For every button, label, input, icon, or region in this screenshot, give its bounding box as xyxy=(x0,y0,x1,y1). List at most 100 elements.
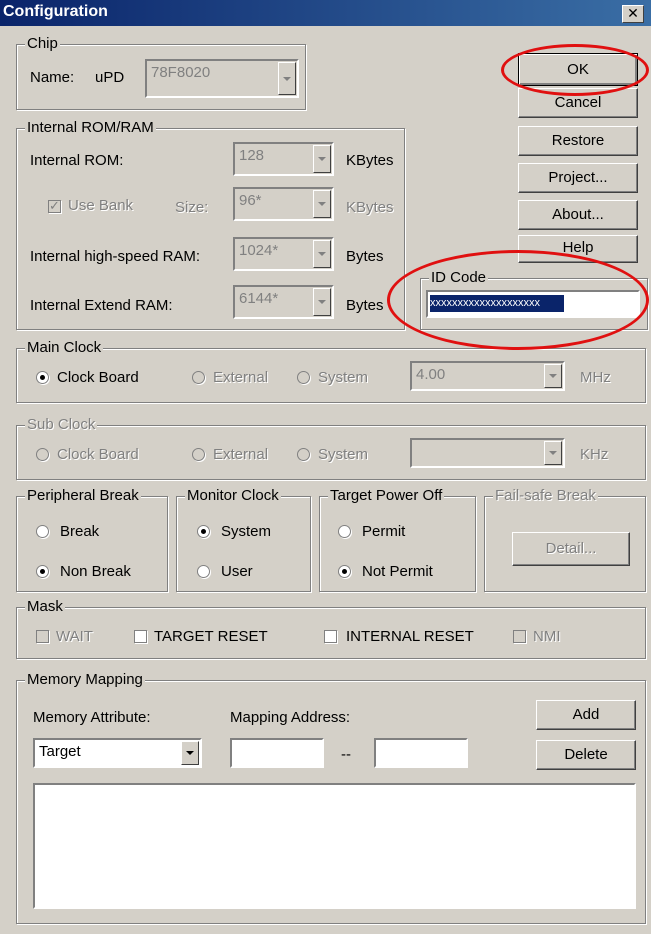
restore-button[interactable]: Restore xyxy=(518,126,638,156)
mask-wait-checkbox[interactable] xyxy=(36,630,49,643)
mapping-address-start-input[interactable] xyxy=(230,738,324,768)
sub-clock-unit: KHz xyxy=(580,446,609,463)
chip-name-combo[interactable]: 78F8020 xyxy=(145,59,299,98)
project-button[interactable]: Project... xyxy=(518,163,638,193)
bank-size-combo[interactable]: 96* xyxy=(233,187,334,221)
main-clock-system-radio[interactable] xyxy=(297,371,310,384)
memory-attribute-label: Memory Attribute: xyxy=(33,709,151,726)
main-clock-board-radio[interactable] xyxy=(36,371,49,384)
bank-size-unit: KBytes xyxy=(346,199,394,216)
ext-ram-combo[interactable]: 6144* xyxy=(233,285,334,319)
memory-attribute-value: Target xyxy=(39,743,81,760)
close-icon[interactable]: ✕ xyxy=(622,5,644,23)
id-code-value: xxxxxxxxxxxxxxxxxxxx xyxy=(430,295,564,312)
help-button[interactable]: Help xyxy=(518,235,638,263)
not-permit-label: Not Permit xyxy=(362,563,433,580)
add-button[interactable]: Add xyxy=(536,700,636,730)
mapping-address-end-input[interactable] xyxy=(374,738,468,768)
chevron-down-icon[interactable] xyxy=(313,288,331,316)
chevron-down-icon[interactable] xyxy=(278,62,296,95)
break-label: Break xyxy=(60,523,100,540)
mask-internal-reset-checkbox[interactable] xyxy=(324,630,337,643)
mask-target-reset-label: TARGET RESET xyxy=(154,628,268,645)
chevron-down-icon[interactable] xyxy=(313,145,331,173)
bank-size-label: Size: xyxy=(175,199,209,216)
internal-rom-label: Internal ROM: xyxy=(30,152,124,169)
monitor-clock-legend: Monitor Clock xyxy=(185,487,281,505)
sub-clock-system-label: System xyxy=(318,446,369,463)
main-clock-legend: Main Clock xyxy=(25,339,104,357)
target-power-off-legend: Target Power Off xyxy=(328,487,445,505)
about-button[interactable]: About... xyxy=(518,200,638,230)
hs-ram-unit: Bytes xyxy=(346,248,384,265)
non-break-label: Non Break xyxy=(60,563,131,580)
use-bank-label: Use Bank xyxy=(68,197,134,214)
main-clock-external-label: External xyxy=(213,369,269,386)
sub-clock-board-radio[interactable] xyxy=(36,448,49,461)
memory-mapping-legend: Memory Mapping xyxy=(25,671,145,689)
memory-mapping-list[interactable] xyxy=(33,783,636,909)
monitor-user-radio[interactable] xyxy=(197,565,210,578)
main-clock-board-label: Clock Board xyxy=(57,369,139,386)
chevron-down-icon[interactable] xyxy=(313,240,331,268)
delete-button[interactable]: Delete xyxy=(536,740,636,770)
ok-button[interactable]: OK xyxy=(518,53,638,86)
main-clock-external-radio[interactable] xyxy=(192,371,205,384)
sub-clock-board-label: Clock Board xyxy=(57,446,139,463)
sub-clock-system-radio[interactable] xyxy=(297,448,310,461)
window-title: Configuration xyxy=(3,3,108,20)
chevron-down-icon[interactable] xyxy=(313,190,331,218)
use-bank-checkbox[interactable] xyxy=(48,198,61,214)
break-radio[interactable] xyxy=(36,525,49,538)
id-code-legend: ID Code xyxy=(429,269,489,287)
id-code-input[interactable]: xxxxxxxxxxxxxxxxxxxx xyxy=(426,290,640,318)
mask-internal-reset-label: INTERNAL RESET xyxy=(346,628,474,645)
mask-nmi-label: NMI xyxy=(533,628,561,645)
mapping-address-label: Mapping Address: xyxy=(230,709,351,726)
internal-rom-unit: KBytes xyxy=(346,152,394,169)
memory-attribute-combo[interactable]: Target xyxy=(33,738,202,768)
detail-button[interactable]: Detail... xyxy=(512,532,630,566)
sub-clock-legend: Sub Clock xyxy=(25,416,98,434)
monitor-user-label: User xyxy=(221,563,253,580)
ext-ram-value: 6144* xyxy=(239,290,279,307)
mask-target-reset-checkbox[interactable] xyxy=(134,630,147,643)
main-clock-freq-value: 4.00 xyxy=(416,366,446,383)
ext-ram-unit: Bytes xyxy=(346,297,384,314)
address-separator: -- xyxy=(341,746,351,763)
main-clock-freq-combo[interactable]: 4.00 xyxy=(410,361,565,391)
bank-size-value: 96* xyxy=(239,192,262,209)
main-clock-system-label: System xyxy=(318,369,369,386)
not-permit-radio[interactable] xyxy=(338,565,351,578)
chevron-down-icon[interactable] xyxy=(544,364,562,388)
peripheral-break-legend: Peripheral Break xyxy=(25,487,141,505)
fail-safe-legend: Fail-safe Break xyxy=(493,487,598,505)
chip-name-label: Name: xyxy=(30,69,75,86)
cancel-button[interactable]: Cancel xyxy=(518,88,638,118)
configuration-dialog: Configuration ✕ Chip Name: uPD 78F8020 I… xyxy=(0,0,651,934)
permit-radio[interactable] xyxy=(338,525,351,538)
permit-label: Permit xyxy=(362,523,406,540)
monitor-system-label: System xyxy=(221,523,272,540)
sub-clock-external-label: External xyxy=(213,446,269,463)
hs-ram-combo[interactable]: 1024* xyxy=(233,237,334,271)
mask-legend: Mask xyxy=(25,598,65,616)
sub-clock-external-radio[interactable] xyxy=(192,448,205,461)
chevron-down-icon[interactable] xyxy=(544,441,562,465)
sub-clock-freq-combo[interactable] xyxy=(410,438,565,468)
mask-nmi-checkbox[interactable] xyxy=(513,630,526,643)
ext-ram-label: Internal Extend RAM: xyxy=(30,297,173,314)
chevron-down-icon[interactable] xyxy=(181,741,199,765)
chip-legend: Chip xyxy=(25,35,60,53)
title-bar[interactable]: Configuration ✕ xyxy=(0,0,651,26)
hs-ram-label: Internal high-speed RAM: xyxy=(30,248,201,265)
non-break-radio[interactable] xyxy=(36,565,49,578)
internal-rom-combo[interactable]: 128 xyxy=(233,142,334,176)
rom-ram-legend: Internal ROM/RAM xyxy=(25,119,156,137)
chip-name-value: 78F8020 xyxy=(151,64,211,81)
hs-ram-value: 1024* xyxy=(239,242,279,259)
internal-rom-value: 128 xyxy=(239,147,265,164)
mask-wait-label: WAIT xyxy=(56,628,93,645)
monitor-system-radio[interactable] xyxy=(197,525,210,538)
chip-prefix: uPD xyxy=(95,69,125,86)
